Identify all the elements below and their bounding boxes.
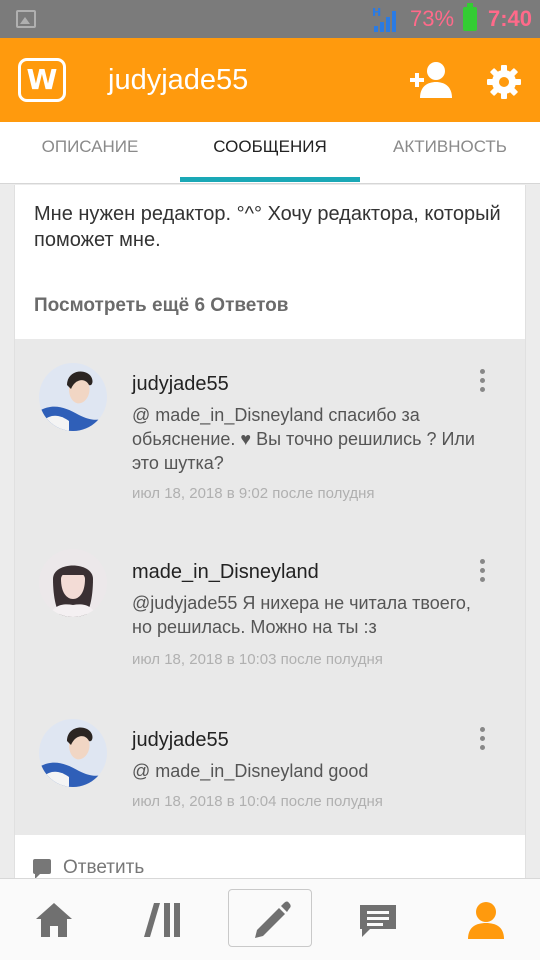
bottom-navigation xyxy=(0,878,540,960)
battery-percent: 73% xyxy=(410,6,455,31)
nav-messages[interactable] xyxy=(324,879,432,960)
battery-icon xyxy=(463,3,477,31)
active-tab-indicator xyxy=(180,177,360,182)
page-title: judyjade55 xyxy=(108,64,249,96)
messages-icon xyxy=(360,905,396,937)
post-text: Мне нужен редактор. °^° Хочу редактора, … xyxy=(34,203,501,251)
more-options-icon[interactable] xyxy=(473,727,491,753)
tab-description[interactable]: ОПИСАНИЕ xyxy=(0,122,180,184)
more-options-icon[interactable] xyxy=(473,559,491,585)
reply-text: @ made_in_Disneyland good xyxy=(132,761,369,781)
image-icon xyxy=(16,10,36,28)
replies-list: judyjade55 @ made_in_Disneyland спасибо … xyxy=(15,339,525,835)
reply-timestamp: июл 18, 2018 в 10:04 после полудня xyxy=(132,793,383,810)
tab-activity[interactable]: АКТИВНОСТЬ xyxy=(360,122,540,184)
library-icon xyxy=(144,903,180,937)
reply-text: @judyjade55 Я нихера не читала твоего, н… xyxy=(132,593,471,637)
message-card: Мне нужен редактор. °^° Хочу редактора, … xyxy=(14,185,526,890)
list-item: made_in_Disneyland @judyjade55 Я нихера … xyxy=(15,525,525,675)
reply-username[interactable]: judyjade55 xyxy=(132,373,229,396)
reply-timestamp: июл 18, 2018 в 10:03 после полудня xyxy=(132,651,383,668)
add-user-icon[interactable] xyxy=(408,60,454,100)
avatar[interactable] xyxy=(39,363,107,431)
tab-bar: ОПИСАНИЕ СООБЩЕНИЯ АКТИВНОСТЬ xyxy=(0,122,540,184)
tab-messages[interactable]: СООБЩЕНИЯ xyxy=(180,122,360,184)
list-item: judyjade55 @ made_in_Disneyland good июл… xyxy=(15,693,525,833)
comment-icon xyxy=(33,859,51,879)
avatar[interactable] xyxy=(39,549,107,617)
status-bar: H 73% 7:40 xyxy=(0,0,540,38)
svg-text:H: H xyxy=(372,6,381,19)
write-icon xyxy=(255,901,291,938)
gear-icon[interactable] xyxy=(486,64,522,100)
more-options-icon[interactable] xyxy=(473,369,491,395)
write-button[interactable] xyxy=(228,889,312,947)
avatar[interactable] xyxy=(39,719,107,787)
signal-icon: H xyxy=(372,6,396,32)
nav-library[interactable] xyxy=(108,879,216,960)
list-item: judyjade55 @ made_in_Disneyland спасибо … xyxy=(15,339,525,509)
wattpad-logo-icon[interactable]: W xyxy=(18,58,66,102)
view-more-replies-link[interactable]: Посмотреть ещё 6 Ответов xyxy=(34,295,288,317)
nav-profile[interactable] xyxy=(432,879,540,960)
profile-icon xyxy=(468,902,504,939)
reply-username[interactable]: made_in_Disneyland xyxy=(132,561,319,584)
reply-text: @ made_in_Disneyland спасибо за обьяснен… xyxy=(132,405,475,473)
logo-letter: W xyxy=(26,63,58,96)
clock: 7:40 xyxy=(488,6,533,31)
reply-label: Ответить xyxy=(63,857,145,878)
reply-username[interactable]: judyjade55 xyxy=(132,729,229,752)
home-icon xyxy=(36,903,72,937)
nav-home[interactable] xyxy=(0,879,108,960)
reply-timestamp: июл 18, 2018 в 9:02 после полудня xyxy=(132,485,375,502)
app-bar: W judyjade55 xyxy=(0,38,540,122)
